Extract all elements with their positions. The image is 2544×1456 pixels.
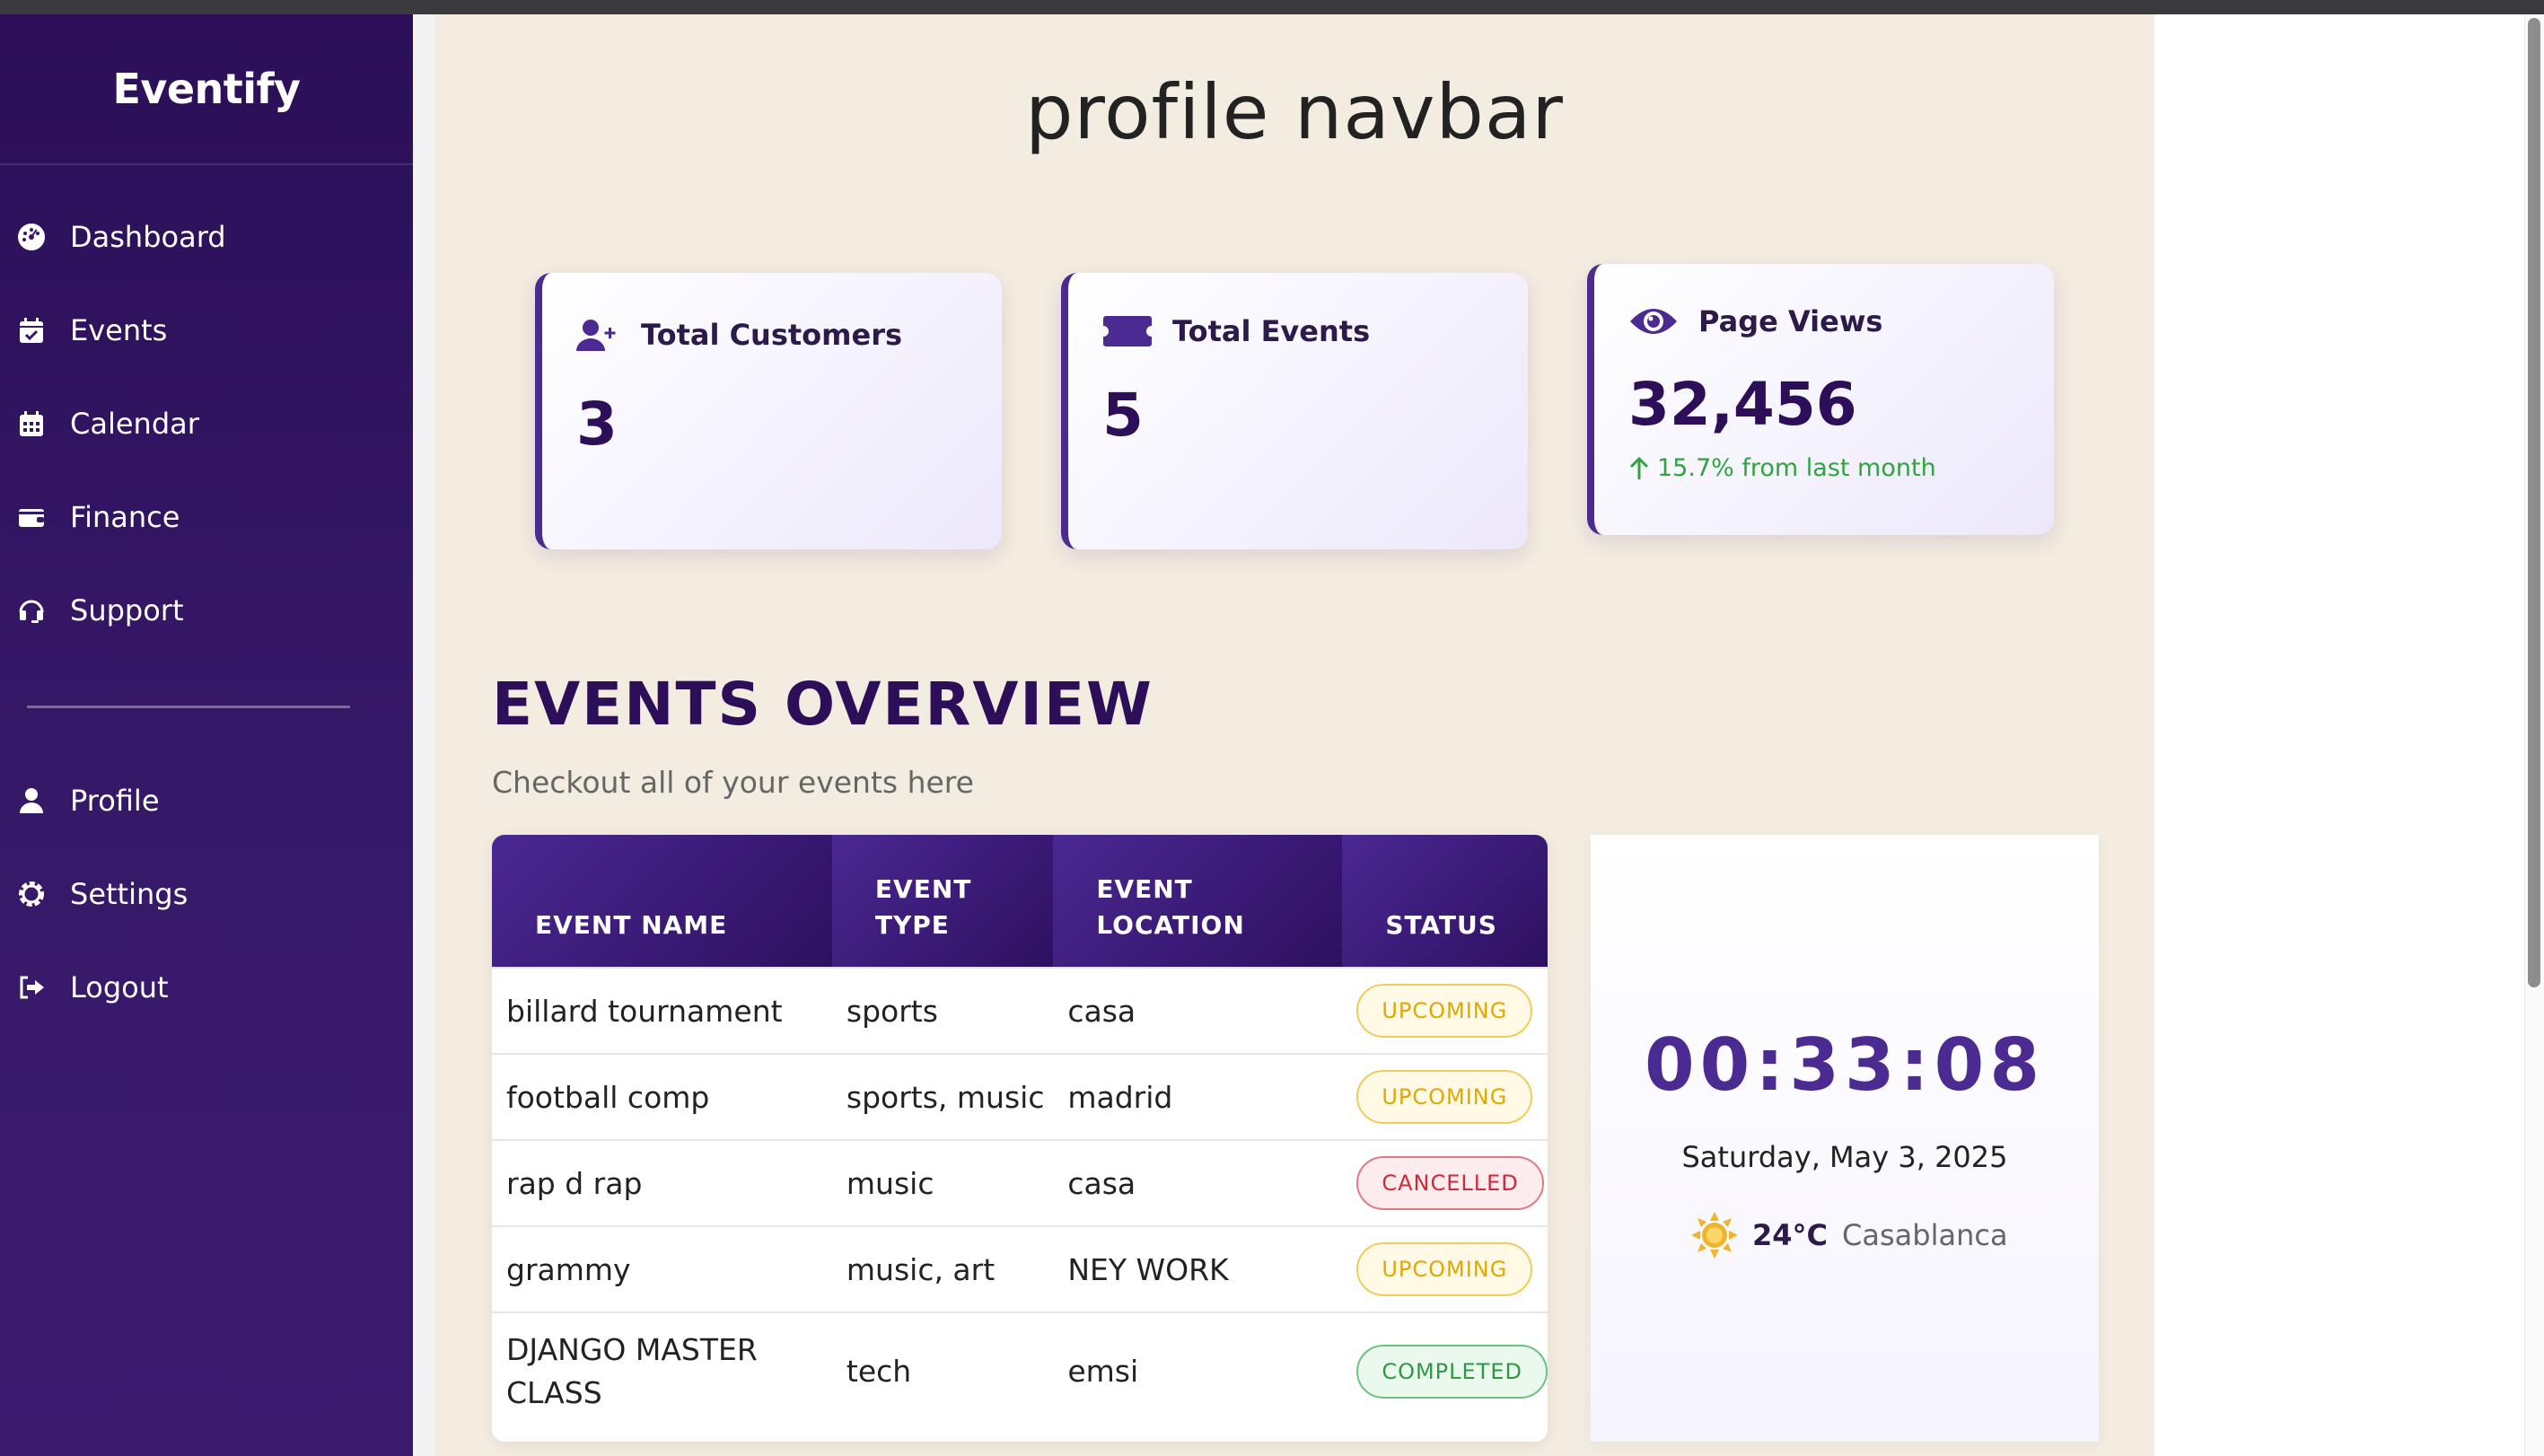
sidebar-divider (27, 706, 350, 708)
column-header-event-name[interactable]: EVENT NAME (492, 835, 832, 968)
brand-logo[interactable]: Eventify (0, 14, 413, 165)
cell-event-type: sports (831, 967, 1054, 1054)
calendar-icon (16, 408, 47, 439)
cell-status: COMPLETED (1342, 1311, 1548, 1429)
sidebar: Eventify Dashboard Events Calendar Finan… (0, 14, 413, 1456)
trend-indicator: 15.7% from last month (1628, 454, 1936, 482)
status-badge: UPCOMING (1356, 1242, 1533, 1296)
cell-event-location: madrid (1053, 1053, 1343, 1140)
sidebar-item-dashboard[interactable]: Dashboard (16, 210, 226, 264)
sidebar-item-events[interactable]: Events (16, 303, 167, 357)
empty-area (2154, 14, 2513, 1456)
stat-card-customers: Total Customers 3 (535, 273, 1002, 549)
stat-card-events: Total Events 5 (1061, 273, 1528, 549)
ticket-icon (1103, 316, 1152, 346)
cell-status: UPCOMING (1342, 967, 1548, 1054)
headset-icon (16, 595, 47, 626)
sidebar-item-label: Logout (70, 970, 169, 1004)
section-subtitle: Checkout all of your events here (492, 765, 974, 800)
cell-event-type: sports, music (831, 1053, 1054, 1140)
cell-event-location: casa (1053, 1139, 1343, 1226)
events-table: EVENT NAME EVENT TYPE EVENT LOCATION STA… (492, 835, 1548, 1442)
column-header-status[interactable]: STATUS (1342, 835, 1548, 968)
city-name: Casablanca (1842, 1218, 2008, 1252)
card-label: Total Events (1172, 314, 1371, 348)
status-badge: CANCELLED (1356, 1156, 1544, 1210)
cell-event-name: rap d rap (492, 1139, 832, 1226)
logout-icon (16, 972, 47, 1003)
main-content: profile navbar Total Customers 3 Total E… (434, 14, 2154, 1456)
card-value: 32,456 (1628, 370, 1857, 439)
cell-event-type: music, art (831, 1225, 1054, 1312)
card-label: Page Views (1698, 304, 1883, 338)
cell-status: UPCOMING (1342, 1053, 1548, 1140)
cell-status: UPCOMING (1342, 1225, 1548, 1312)
sidebar-item-label: Events (70, 313, 168, 347)
calendar-check-icon (16, 315, 47, 346)
card-value: 5 (1102, 381, 1144, 450)
clock-date: Saturday, May 3, 2025 (1681, 1140, 2008, 1174)
sidebar-item-calendar[interactable]: Calendar (16, 397, 199, 451)
card-label: Total Customers (641, 318, 903, 352)
table-row[interactable]: billard tournament sports casa UPCOMING (492, 967, 1548, 1054)
status-badge: COMPLETED (1356, 1344, 1548, 1399)
wallet-icon (16, 502, 47, 532)
table-row[interactable]: football comp sports, music madrid UPCOM… (492, 1053, 1548, 1140)
sidebar-item-finance[interactable]: Finance (16, 490, 180, 544)
sidebar-item-profile[interactable]: Profile (16, 774, 160, 828)
sidebar-item-label: Finance (70, 500, 180, 534)
section-title: EVENTS OVERVIEW (492, 670, 1154, 739)
weather-info: 24°C Casablanca (1689, 1210, 2008, 1260)
sidebar-item-support[interactable]: Support (16, 583, 184, 637)
cell-event-type: music (831, 1139, 1054, 1226)
cell-event-location: casa (1053, 967, 1343, 1054)
card-value: 3 (576, 390, 618, 459)
clock-widget: 00:33:08 Saturday, May 3, 2025 24°C Casa… (1591, 835, 2099, 1442)
sidebar-item-label: Settings (70, 877, 189, 911)
table-row[interactable]: grammy music, art NEY WORK UPCOMING (492, 1225, 1548, 1312)
stat-card-page-views: Page Views 32,456 15.7% from last month (1587, 264, 2054, 535)
cell-event-location: emsi (1053, 1311, 1343, 1429)
sun-icon (1691, 1212, 1738, 1259)
sidebar-gutter (413, 14, 434, 1456)
cell-event-name: billard tournament (492, 967, 832, 1054)
eye-icon (1630, 309, 1677, 334)
user-plus-icon (576, 320, 616, 351)
temperature: 24°C (1752, 1218, 1829, 1252)
table-header-row: EVENT NAME EVENT TYPE EVENT LOCATION STA… (492, 835, 1548, 968)
cell-event-name: grammy (492, 1225, 832, 1312)
cell-event-name: football comp (492, 1053, 832, 1140)
cell-event-location: NEY WORK (1053, 1225, 1343, 1312)
table-row[interactable]: rap d rap music casa CANCELLED (492, 1139, 1548, 1226)
scrollbar-thumb[interactable] (2528, 18, 2540, 987)
sidebar-item-label: Dashboard (70, 220, 226, 254)
clock-time: 00:33:08 (1645, 1023, 2045, 1107)
arrow-up-icon (1629, 456, 1649, 479)
trend-text: 15.7% from last month (1657, 454, 1936, 482)
user-icon (16, 785, 47, 816)
sidebar-item-label: Support (70, 593, 184, 627)
dashboard-icon (16, 222, 47, 252)
browser-top-bar (0, 0, 2544, 14)
sidebar-item-logout[interactable]: Logout (16, 960, 169, 1014)
status-badge: UPCOMING (1356, 984, 1533, 1038)
column-header-event-type[interactable]: EVENT TYPE (831, 835, 1054, 968)
sidebar-item-label: Profile (70, 784, 160, 818)
cell-event-type: tech (831, 1311, 1054, 1429)
sidebar-item-settings[interactable]: Settings (16, 867, 188, 921)
status-badge: UPCOMING (1356, 1070, 1533, 1124)
sidebar-item-label: Calendar (70, 407, 199, 441)
gear-icon (16, 879, 47, 909)
column-header-event-location[interactable]: EVENT LOCATION (1053, 835, 1343, 968)
cell-status: CANCELLED (1342, 1139, 1548, 1226)
page-title: profile navbar (1025, 68, 1564, 156)
table-row[interactable]: DJANGO MASTER CLASS tech emsi COMPLETED (492, 1311, 1548, 1429)
cell-event-name: DJANGO MASTER CLASS (492, 1311, 832, 1429)
